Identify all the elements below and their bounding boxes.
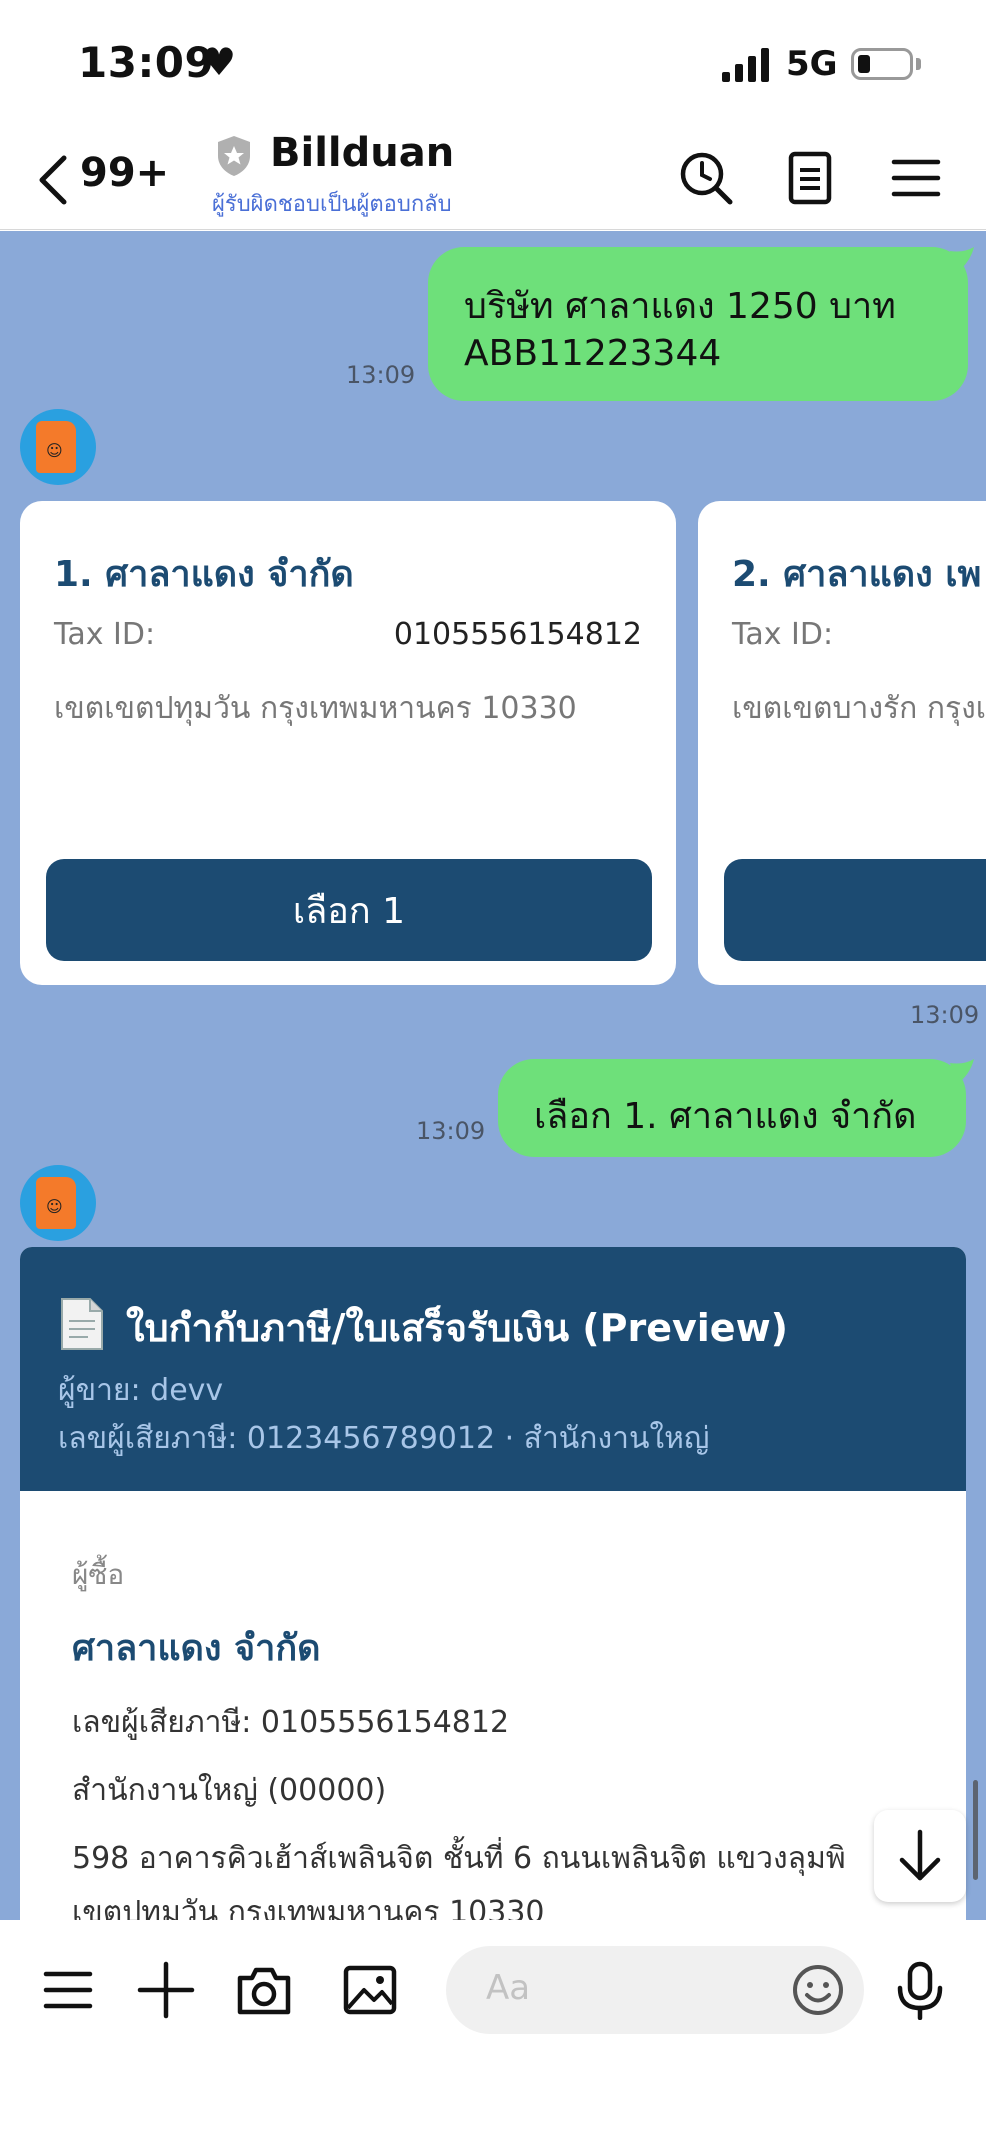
message-input[interactable]: Aa bbox=[446, 1946, 864, 2034]
arrow-down-icon bbox=[899, 1829, 941, 1881]
chat-title: Billduan bbox=[270, 130, 455, 176]
status-bar: 13:09 ♥ 5G bbox=[0, 0, 986, 130]
microphone-icon[interactable] bbox=[890, 1960, 950, 2020]
buyer-branch: สำนักงานใหญ่ (00000) bbox=[72, 1773, 387, 1808]
bot-avatar[interactable]: ☺ bbox=[20, 409, 96, 485]
buyer-tax-id: เลขผู้เสียภาษี: 0105556154812 bbox=[72, 1705, 510, 1740]
network-label: 5G bbox=[786, 44, 838, 84]
battery-tip bbox=[916, 58, 921, 70]
select-button[interactable]: เ bbox=[724, 859, 986, 961]
heart-icon: ♥ bbox=[202, 40, 237, 84]
bubble-tail bbox=[950, 1059, 974, 1085]
unread-count[interactable]: 99+ bbox=[80, 150, 169, 196]
card-address: เขตเขตปทุมวัน กรุงเทพมหานคร 10330 bbox=[54, 691, 577, 726]
status-time: 13:09 bbox=[78, 38, 215, 87]
battery-icon bbox=[851, 48, 913, 80]
company-card: 1. ศาลาแดง จำกัด Tax ID: 0105556154812 เ… bbox=[20, 501, 676, 985]
seller-name: ผู้ขาย: devv bbox=[58, 1373, 224, 1408]
tax-id-value: 0105556154812 bbox=[393, 617, 642, 652]
back-arrow-icon[interactable] bbox=[34, 152, 74, 208]
buyer-label: ผู้ซื้อ bbox=[72, 1558, 125, 1591]
message-time: 13:09 bbox=[416, 1117, 486, 1145]
message-line: บริษัท ศาลาแดง 1250 บาท bbox=[464, 286, 896, 327]
message-text: เลือก 1. ศาลาแดง จำกัด bbox=[534, 1096, 917, 1137]
chat-header: 99+ Billduan ผู้รับผิดชอบเป็นผู้ตอบกลับ bbox=[0, 130, 986, 230]
outgoing-message[interactable]: บริษัท ศาลาแดง 1250 บาท ABB11223344 bbox=[428, 247, 968, 401]
menu-icon[interactable] bbox=[886, 148, 946, 208]
camera-icon[interactable] bbox=[234, 1960, 294, 2020]
card-title: 2. ศาลาแดง เพ bbox=[732, 554, 982, 595]
invoice-header: ใบกำกับภาษี/ใบเสร็จรับเงิน (Preview) ผู้… bbox=[20, 1247, 966, 1491]
carousel-time: 13:09 bbox=[910, 1001, 980, 1029]
seller-tax-id: เลขผู้เสียภาษี: 0123456789012 · สำนักงาน… bbox=[58, 1421, 710, 1456]
shield-icon bbox=[218, 136, 250, 176]
outgoing-message[interactable]: เลือก 1. ศาลาแดง จำกัด bbox=[498, 1059, 966, 1157]
buyer-address: เขตปทมวัน กรงเทพมหานคร 10330 bbox=[72, 1895, 545, 1920]
message-time: 13:09 bbox=[346, 361, 416, 389]
emoji-icon[interactable] bbox=[790, 1962, 846, 2018]
tax-id-label: Tax ID: bbox=[54, 617, 156, 652]
buyer-name: ศาลาแดง จำกัด bbox=[72, 1628, 321, 1669]
card-address: เขตเขตบางรัก กรุงเ bbox=[732, 691, 986, 726]
signal-icon bbox=[722, 48, 769, 82]
company-card: 2. ศาลาแดง เพ Tax ID: เขตเขตบางรัก กรุงเ… bbox=[698, 501, 986, 985]
message-input-bar: Aa bbox=[0, 1920, 986, 2134]
search-icon[interactable] bbox=[676, 148, 736, 208]
chat-subtitle: ผู้รับผิดชอบเป็นผู้ตอบกลับ bbox=[212, 192, 452, 217]
tax-id-label: Tax ID: bbox=[732, 617, 834, 652]
scrollbar[interactable] bbox=[973, 1780, 978, 1880]
invoice-preview[interactable]: ใบกำกับภาษี/ใบเสร็จรับเงิน (Preview) ผู้… bbox=[20, 1247, 966, 1920]
image-icon[interactable] bbox=[340, 1960, 400, 2020]
document-icon bbox=[61, 1298, 103, 1350]
scroll-to-bottom-button[interactable] bbox=[874, 1810, 966, 1902]
bubble-tail bbox=[950, 247, 974, 273]
message-line: ABB11223344 bbox=[464, 333, 722, 374]
menu-icon[interactable] bbox=[38, 1960, 98, 2020]
card-title: 1. ศาลาแดง จำกัด bbox=[54, 554, 354, 595]
bot-avatar[interactable]: ☺ bbox=[20, 1165, 96, 1241]
notes-icon[interactable] bbox=[780, 148, 840, 208]
message-placeholder: Aa bbox=[486, 1968, 531, 2008]
invoice-title: ใบกำกับภาษี/ใบเสร็จรับเงิน (Preview) bbox=[126, 1306, 789, 1350]
plus-icon[interactable] bbox=[136, 1960, 196, 2020]
buyer-address: 598 อาคารคิวเฮ้าส์เพลินจิต ชั้นที่ 6 ถนน… bbox=[72, 1841, 846, 1876]
select-button[interactable]: เลือก 1 bbox=[46, 859, 652, 961]
chat-area[interactable]: บริษัท ศาลาแดง 1250 บาท ABB11223344 13:0… bbox=[0, 231, 986, 1920]
